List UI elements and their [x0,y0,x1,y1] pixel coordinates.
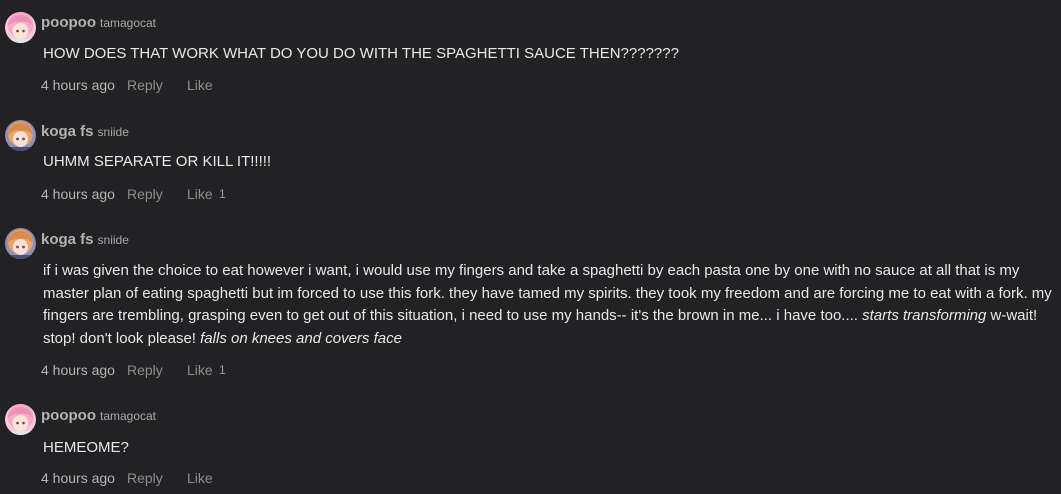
comment-text: UHMM SEPARATE OR KILL IT!!!!! [43,153,272,170]
like-count: 1 [219,363,226,377]
reply-button[interactable]: Reply [127,186,163,202]
comment-meta: poopoo tamagocat [41,14,156,32]
roleplay-action-text: falls on knees and covers face [200,329,402,347]
comment-body: HEMEOME? [43,437,1053,460]
orange-hair-avatar-icon [5,228,36,259]
avatar[interactable] [5,12,36,43]
timestamp[interactable]: 4 hours ago [41,186,115,202]
like-button[interactable]: Like [187,186,213,202]
comment-body: HOW DOES THAT WORK WHAT DO YOU DO WITH T… [43,43,1053,66]
pink-hair-avatar-icon [5,404,36,435]
timestamp[interactable]: 4 hours ago [41,362,115,378]
orange-hair-avatar-icon [5,120,36,151]
pink-hair-avatar-icon [5,12,36,43]
comment-thread: poopoo tamagocat HOW DOES THAT WORK WHAT … [0,0,1061,494]
comment-body: UHMM SEPARATE OR KILL IT!!!!! [43,151,1053,174]
username[interactable]: sniide [98,233,129,247]
reply-button[interactable]: Reply [127,77,163,93]
avatar[interactable] [5,404,36,435]
comment-body: if i was given the choice to eat however… [43,260,1053,350]
comment-actions: 4 hours ago Reply Like [41,470,213,486]
display-name[interactable]: koga fs [41,123,94,140]
comment-actions: 4 hours ago Reply Like 1 [41,362,226,378]
avatar[interactable] [5,228,36,259]
like-count: 1 [219,187,226,201]
comment-meta: poopoo tamagocat [41,407,156,425]
timestamp[interactable]: 4 hours ago [41,470,115,486]
username[interactable]: tamagocat [100,16,156,30]
like-button[interactable]: Like [187,362,213,378]
display-name[interactable]: poopoo [41,14,96,31]
comment-text: HEMEOME? [43,439,129,456]
username[interactable]: sniide [98,125,129,139]
display-name[interactable]: poopoo [41,407,96,424]
comment-meta: koga fs sniide [41,231,129,249]
timestamp[interactable]: 4 hours ago [41,77,115,93]
avatar[interactable] [5,120,36,151]
roleplay-action-text: starts transforming [862,307,987,324]
comment-meta: koga fs sniide [41,123,129,141]
like-button[interactable]: Like [187,470,213,486]
display-name[interactable]: koga fs [41,231,94,248]
comment-actions: 4 hours ago Reply Like [41,77,213,93]
reply-button[interactable]: Reply [127,470,163,486]
comment-actions: 4 hours ago Reply Like 1 [41,186,226,202]
comment-text: HOW DOES THAT WORK WHAT DO YOU DO WITH T… [43,45,679,62]
username[interactable]: tamagocat [100,409,156,423]
reply-button[interactable]: Reply [127,362,163,378]
like-button[interactable]: Like [187,77,213,93]
